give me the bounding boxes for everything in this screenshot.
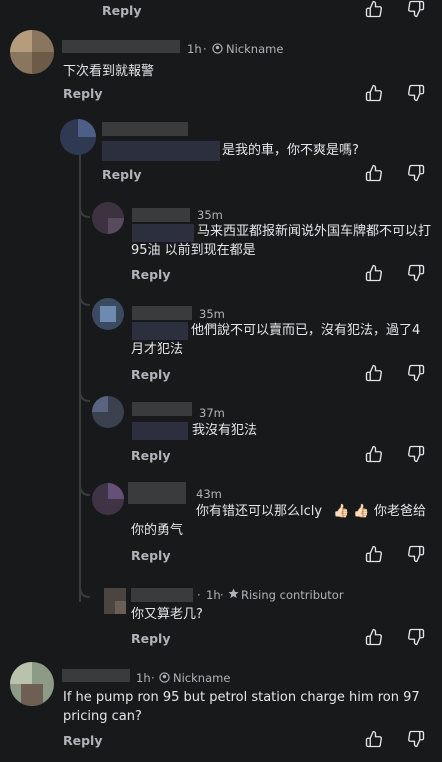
comment-text: 我沒有犯法 xyxy=(192,423,258,438)
nickname-icon xyxy=(159,672,170,683)
like-icon[interactable] xyxy=(365,730,383,748)
reply-button[interactable]: Reply xyxy=(131,548,170,563)
dislike-icon[interactable] xyxy=(407,445,425,463)
dislike-icon[interactable] xyxy=(407,84,425,102)
reply-button[interactable]: Reply xyxy=(131,631,170,646)
nickname-badge: Nickname xyxy=(226,42,284,56)
username-redacted xyxy=(128,482,186,504)
reply-button[interactable]: Reply xyxy=(63,733,102,748)
username-redacted xyxy=(132,306,192,320)
like-icon[interactable] xyxy=(365,445,383,463)
reply-button[interactable]: Reply xyxy=(131,267,170,282)
like-icon[interactable] xyxy=(365,628,383,646)
avatar[interactable] xyxy=(104,588,126,614)
star-icon xyxy=(228,588,239,599)
dislike-icon[interactable] xyxy=(407,545,425,563)
thread-connector xyxy=(79,195,91,598)
comment-time: 37m xyxy=(199,406,225,420)
dislike-icon[interactable] xyxy=(407,164,425,182)
comment-time: 1h xyxy=(206,588,221,602)
reply-button[interactable]: Reply xyxy=(102,3,141,18)
like-icon[interactable] xyxy=(365,545,383,563)
avatar[interactable] xyxy=(60,119,96,155)
dislike-icon[interactable] xyxy=(407,628,425,646)
reply-button[interactable]: Reply xyxy=(63,86,102,101)
reply-button[interactable]: Reply xyxy=(131,448,170,463)
username-redacted xyxy=(62,669,130,682)
avatar[interactable] xyxy=(10,662,54,706)
comment-text: 是我的車，你不爽是嗎? xyxy=(222,143,359,158)
comment-text-redacted xyxy=(102,141,220,161)
separator: · xyxy=(151,671,155,685)
comment-time: 1h xyxy=(136,671,151,685)
comment-text: 马来西亚都报新闻说外国车牌都不可以打95油 以前到现在都是 xyxy=(131,224,432,258)
like-icon[interactable] xyxy=(365,84,383,102)
like-icon[interactable] xyxy=(365,264,383,282)
separator: · xyxy=(197,588,201,602)
nickname-badge: Nickname xyxy=(173,671,231,685)
username-redacted xyxy=(131,588,193,602)
comment-time: 35m xyxy=(197,208,223,222)
like-icon[interactable] xyxy=(365,0,383,18)
dislike-icon[interactable] xyxy=(407,730,425,748)
reply-button[interactable]: Reply xyxy=(131,367,170,382)
comment-text: 下次看到就報警 xyxy=(63,64,155,79)
avatar[interactable] xyxy=(92,298,124,330)
comment-text-redacted xyxy=(132,422,188,440)
reply-button[interactable]: Reply xyxy=(102,167,141,182)
dislike-icon[interactable] xyxy=(407,264,425,282)
nickname-icon xyxy=(212,43,223,54)
username-redacted xyxy=(132,402,192,416)
comment-time: 35m xyxy=(199,307,225,321)
comment-time: 1h xyxy=(187,42,202,56)
comment-text: If he pump ron 95 but petrol station cha… xyxy=(63,690,420,724)
separator: · xyxy=(220,588,224,602)
dislike-icon[interactable] xyxy=(407,364,425,382)
like-icon[interactable] xyxy=(365,364,383,382)
comment-text: 你又算老几? xyxy=(131,607,203,622)
avatar[interactable] xyxy=(92,202,124,234)
comment-text: 他們說不可以賣而已，沒有犯法，過了4月才犯法 xyxy=(131,323,421,357)
comment-text: 你老爸给你的勇气 xyxy=(131,504,427,538)
separator: · xyxy=(203,42,207,56)
avatar[interactable] xyxy=(92,396,124,428)
username-redacted xyxy=(102,122,188,136)
avatar[interactable] xyxy=(10,30,54,74)
dislike-icon[interactable] xyxy=(407,0,425,18)
comment-time: 43m xyxy=(196,487,222,501)
username-redacted xyxy=(132,208,190,222)
avatar[interactable] xyxy=(92,483,124,515)
username-redacted xyxy=(62,40,180,53)
rising-contributor-badge: Rising contributor xyxy=(241,588,344,602)
like-icon[interactable] xyxy=(365,164,383,182)
